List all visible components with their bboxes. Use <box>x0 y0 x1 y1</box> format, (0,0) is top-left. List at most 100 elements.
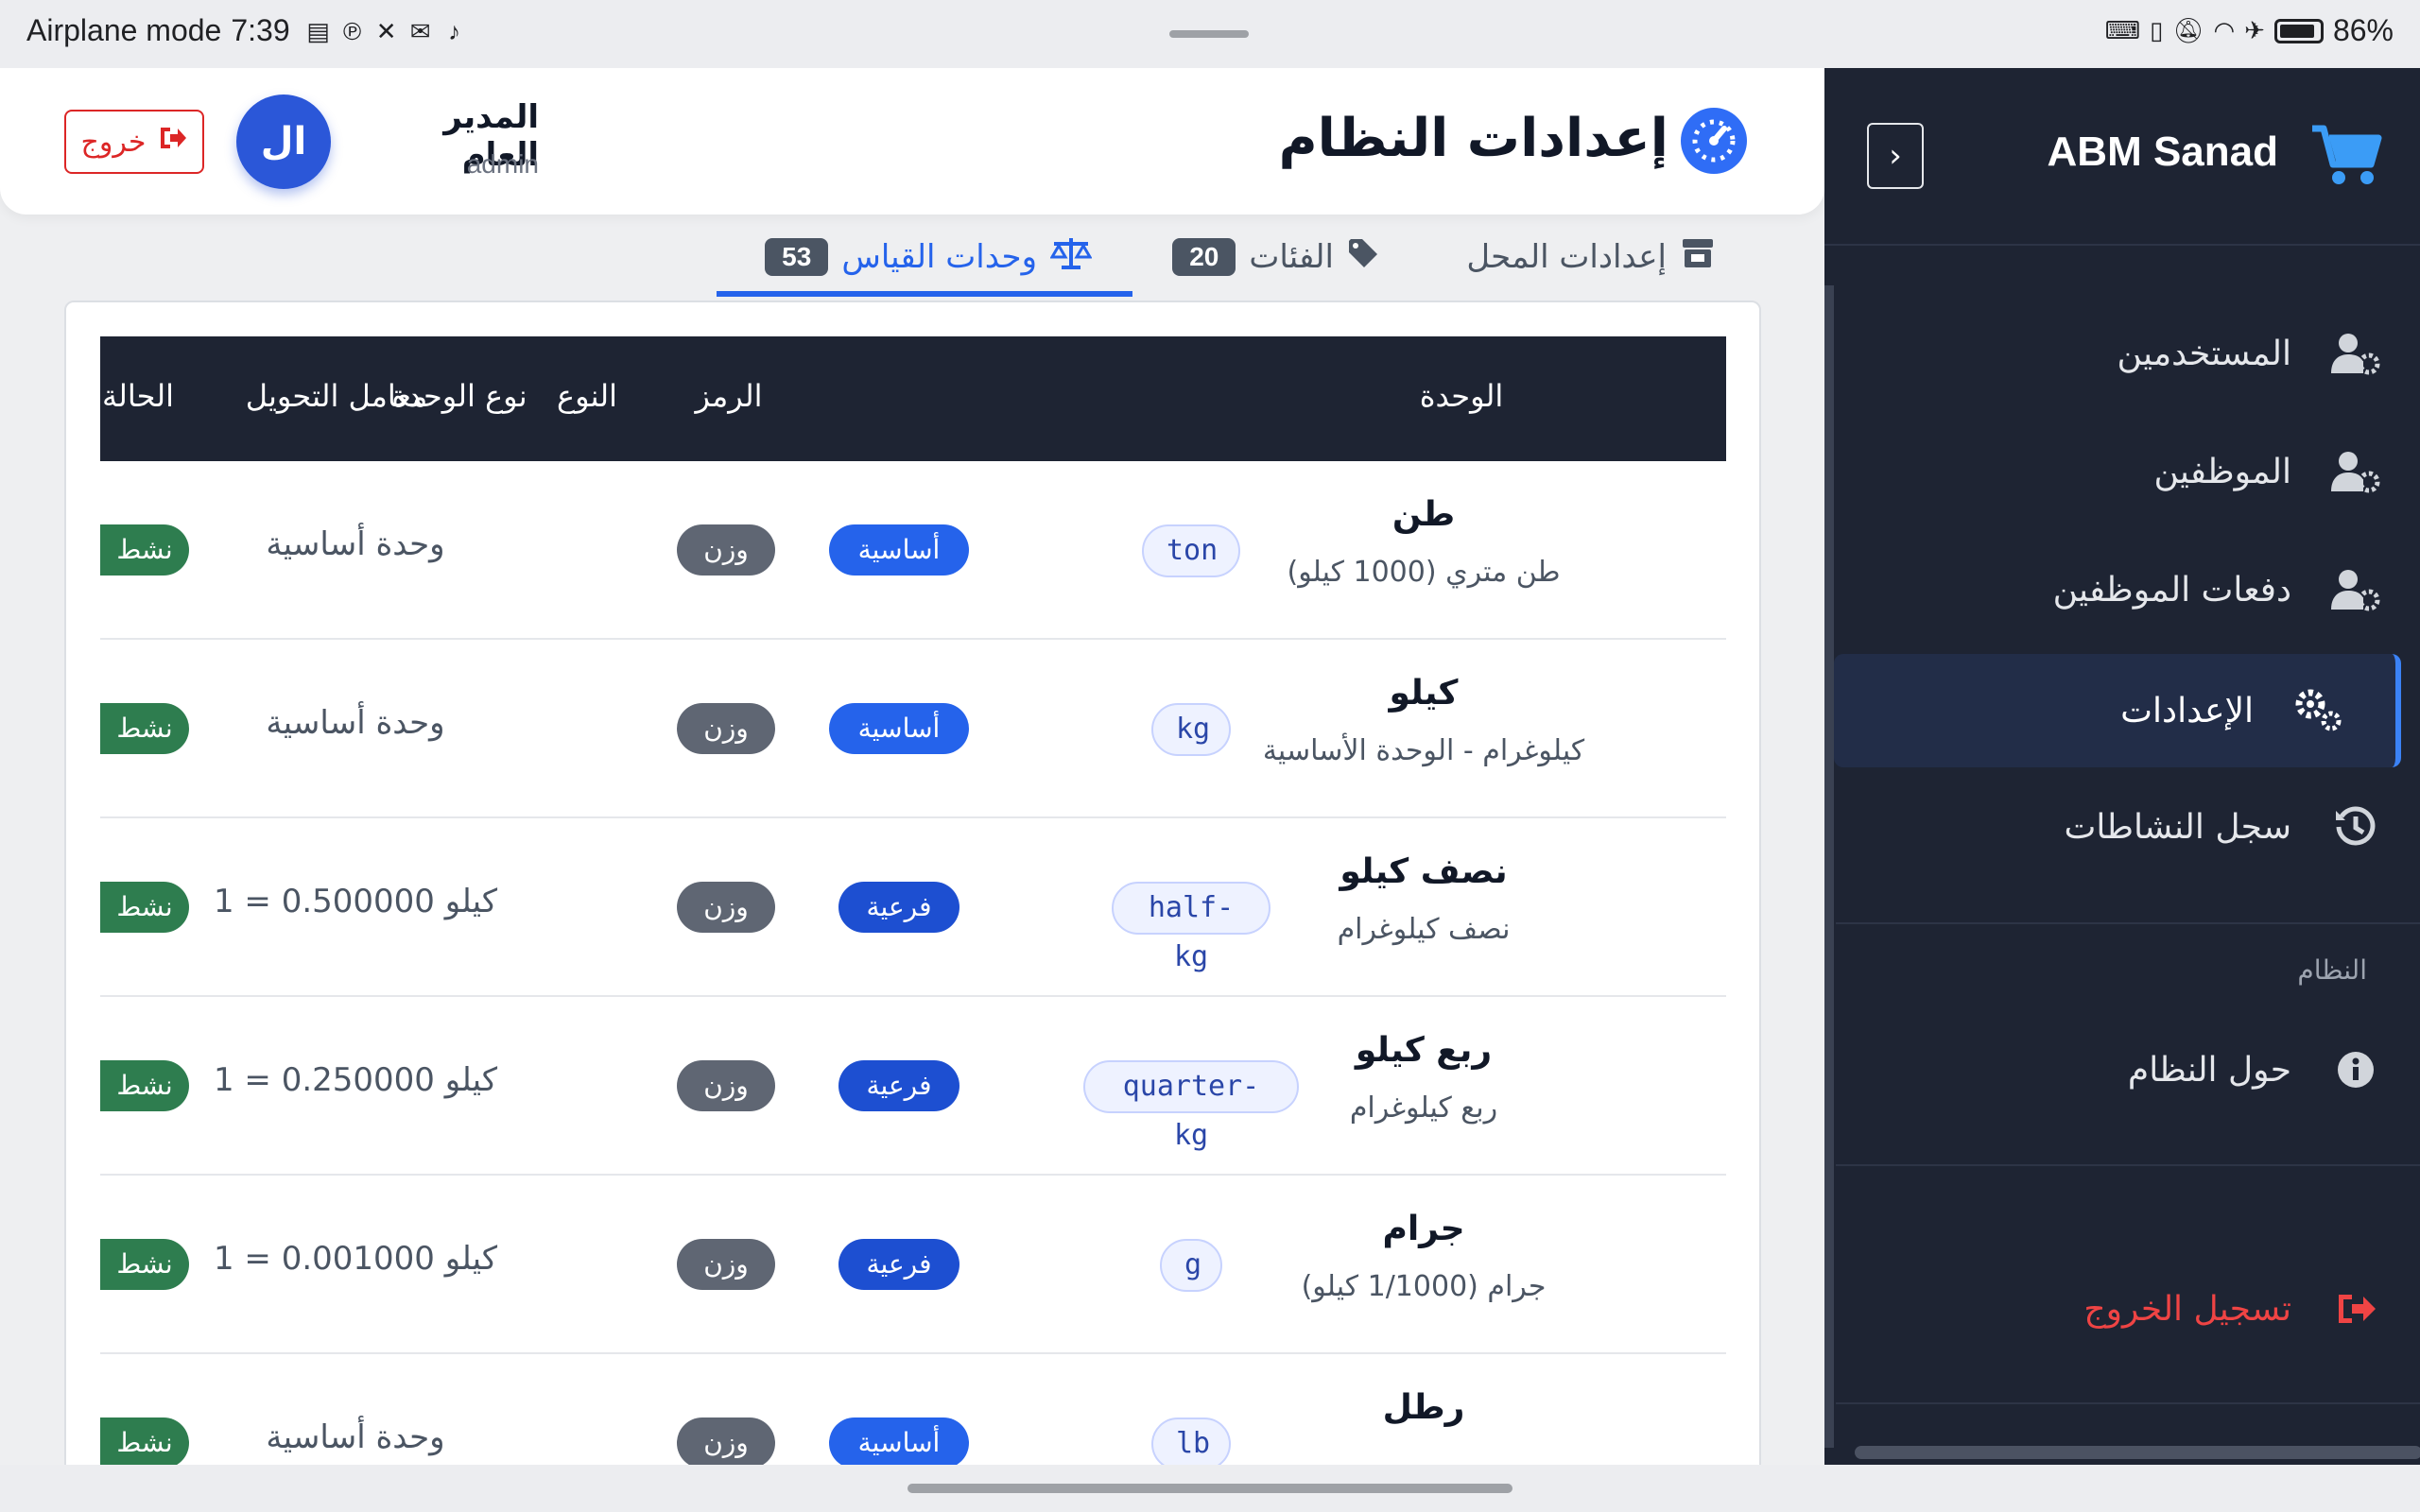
tab-store-settings[interactable]: إعدادات المحل <box>1466 215 1716 300</box>
sidebar-item-label: المستخدمين <box>2117 334 2291 373</box>
sidebar-item-about[interactable]: حول النظام <box>1853 1013 2382 1126</box>
exit-button[interactable]: خروج <box>64 110 204 174</box>
user-role: admin <box>466 149 539 179</box>
type-badge: فرعية <box>838 882 959 933</box>
unit-type-badge: وزن <box>677 524 775 576</box>
table-row[interactable]: طن طن متري (1000 كيلو) ton أساسية وزن وح… <box>100 461 1726 640</box>
gears-icon <box>2291 684 2344 737</box>
sidebar-divider <box>1836 1402 2420 1404</box>
x-icon: ✕ <box>375 16 397 45</box>
sidebar-item-label: دفعات الموظفين <box>2052 570 2291 610</box>
table-row[interactable]: كيلو كيلوغرام - الوحدة الأساسية kg أساسي… <box>100 640 1726 818</box>
dashboard-gauge-icon <box>1681 108 1747 174</box>
sidebar-item-activity-log[interactable]: سجل النشاطات <box>1853 770 2382 884</box>
brand-name: ABM Sanad <box>2047 129 2278 175</box>
col-code[interactable]: الرمز <box>667 378 790 414</box>
clock: 7:39 <box>231 13 290 47</box>
sidebar-divider <box>1836 922 2420 924</box>
table-header: الوحدة الرمز النوع نوع الوحدة معامل التح… <box>100 336 1726 461</box>
unit-name: كيلو <box>1389 674 1459 713</box>
unit-name: ربع كيلو <box>1355 1031 1493 1070</box>
table-row[interactable]: نصف كيلو نصف كيلوغرام half-kg فرعية وزن … <box>100 818 1726 997</box>
table-row[interactable]: ربع كيلو ربع كيلوغرام quarter-kg فرعية و… <box>100 997 1726 1176</box>
sidebar-header: › ABM Sanad <box>1824 68 2420 246</box>
status-badge: نشط <box>100 524 189 576</box>
info-icon <box>2329 1043 2382 1096</box>
status-right: ⌨ ▯ 🔕︎ ◠ ✈ 86% <box>2105 13 2394 48</box>
tab-label: الفئات <box>1249 238 1334 276</box>
wifi-icon: ◠ <box>2213 16 2236 44</box>
window-drag-handle[interactable] <box>1169 30 1249 38</box>
unit-code-badge: g <box>1160 1239 1222 1292</box>
type-badge: فرعية <box>838 1060 959 1111</box>
tab-categories[interactable]: 20 الفئات <box>1172 215 1383 300</box>
col-factor[interactable]: معامل التحويل <box>195 378 478 414</box>
status-badge: نشط <box>100 1239 189 1290</box>
avatar[interactable]: ال <box>236 94 331 189</box>
logout-label: تسجيل الخروج <box>2083 1289 2291 1329</box>
conversion-factor: وحدة أساسية <box>266 525 445 563</box>
keyboard-icon: ⌨ <box>2104 16 2141 44</box>
col-unit[interactable]: الوحدة <box>1272 378 1651 414</box>
sign-out-icon <box>2329 1282 2382 1335</box>
top-header: إعدادات النظام المدير العام admin ال خرو… <box>0 68 1824 215</box>
unit-type-badge: وزن <box>677 703 775 754</box>
sidebar-item-settings[interactable]: الإعدادات <box>1834 654 2401 767</box>
type-badge: أساسية <box>829 524 969 576</box>
mail-icon: ✉ <box>409 16 431 45</box>
airplane-icon: ✈ <box>2244 16 2265 44</box>
conversion-factor: 1 = 0.500000 كيلو <box>213 883 498 920</box>
tags-icon <box>1347 237 1383 278</box>
sidebar-toggle-button[interactable]: › <box>1867 123 1924 189</box>
sidebar-item-users[interactable]: المستخدمين <box>1853 297 2382 410</box>
sidebar-divider <box>1836 1164 2420 1166</box>
tiktok-icon: ♪ <box>448 16 461 45</box>
sidebar-scrollbar[interactable] <box>1824 285 1834 1448</box>
home-gesture-handle[interactable] <box>908 1484 1512 1493</box>
sidebar-horizontal-scrollbar[interactable] <box>1855 1446 2420 1459</box>
type-badge: فرعية <box>838 1239 959 1290</box>
status-badge: نشط <box>100 882 189 933</box>
tab-label: وحدات القياس <box>841 238 1037 276</box>
unit-name: جرام <box>1382 1210 1465 1248</box>
user-gear-icon <box>2329 445 2382 498</box>
user-gear-icon <box>2329 563 2382 616</box>
sidebar-item-label: الموظفين <box>2153 452 2291 491</box>
sidebar-item-label: الإعدادات <box>2120 691 2254 730</box>
unit-name: نصف كيلو <box>1340 852 1508 891</box>
exit-label: خروج <box>80 125 147 159</box>
unit-type-badge: وزن <box>677 1060 775 1111</box>
mute-icon: 🔕︎ <box>2172 16 2204 44</box>
system-status-bar: Airplane mode 7:39 ▤ ℗ ✕ ✉ ♪ ⌨ ▯ 🔕︎ ◠ ✈ … <box>0 0 2420 68</box>
sidebar-item-label: حول النظام <box>2127 1050 2291 1090</box>
active-tab-indicator <box>717 291 1132 297</box>
unit-code-badge: half-kg <box>1112 882 1270 973</box>
chevron-right-icon: › <box>1889 137 1902 175</box>
conversion-factor: وحدة أساسية <box>266 1418 445 1456</box>
units-table-card: الوحدة الرمز النوع نوع الوحدة معامل التح… <box>64 301 1761 1465</box>
table-row[interactable]: جرام جرام (1/1000 كيلو) g فرعية وزن 1 = … <box>100 1176 1726 1354</box>
col-status[interactable]: الحالة <box>91 378 185 414</box>
sidebar-item-employees[interactable]: الموظفين <box>1853 415 2382 528</box>
users-gear-icon <box>2329 327 2382 380</box>
unit-code-badge: quarter-kg <box>1083 1060 1299 1152</box>
vibrate-icon: ▯ <box>2150 16 2164 44</box>
unit-code-badge: lb <box>1151 1418 1231 1465</box>
shopping-cart-icon <box>2310 123 2382 189</box>
sidebar-section-system: النظام <box>2297 954 2367 986</box>
unit-type-badge: وزن <box>677 1418 775 1465</box>
airplane-mode-label: Airplane mode <box>26 13 222 47</box>
unit-name: طن <box>1392 495 1456 534</box>
sidebar: › ABM Sanad المستخدمين الموظفين دفعات ال… <box>1824 68 2420 1465</box>
unit-name: رطل <box>1382 1388 1465 1427</box>
table-row[interactable]: رطل lb أساسية وزن وحدة أساسية نشط <box>100 1354 1726 1465</box>
store-icon <box>1680 237 1716 278</box>
logout-button[interactable]: تسجيل الخروج <box>1853 1252 2382 1366</box>
status-badge: نشط <box>100 1418 189 1465</box>
tab-units[interactable]: 53 وحدات القياس <box>765 215 1093 300</box>
pdf-icon: ▤ <box>306 16 330 45</box>
sidebar-item-employee-payments[interactable]: دفعات الموظفين <box>1853 533 2382 646</box>
conversion-factor: وحدة أساسية <box>266 704 445 742</box>
battery-icon <box>2273 18 2324 43</box>
units-count-badge: 53 <box>765 238 829 276</box>
